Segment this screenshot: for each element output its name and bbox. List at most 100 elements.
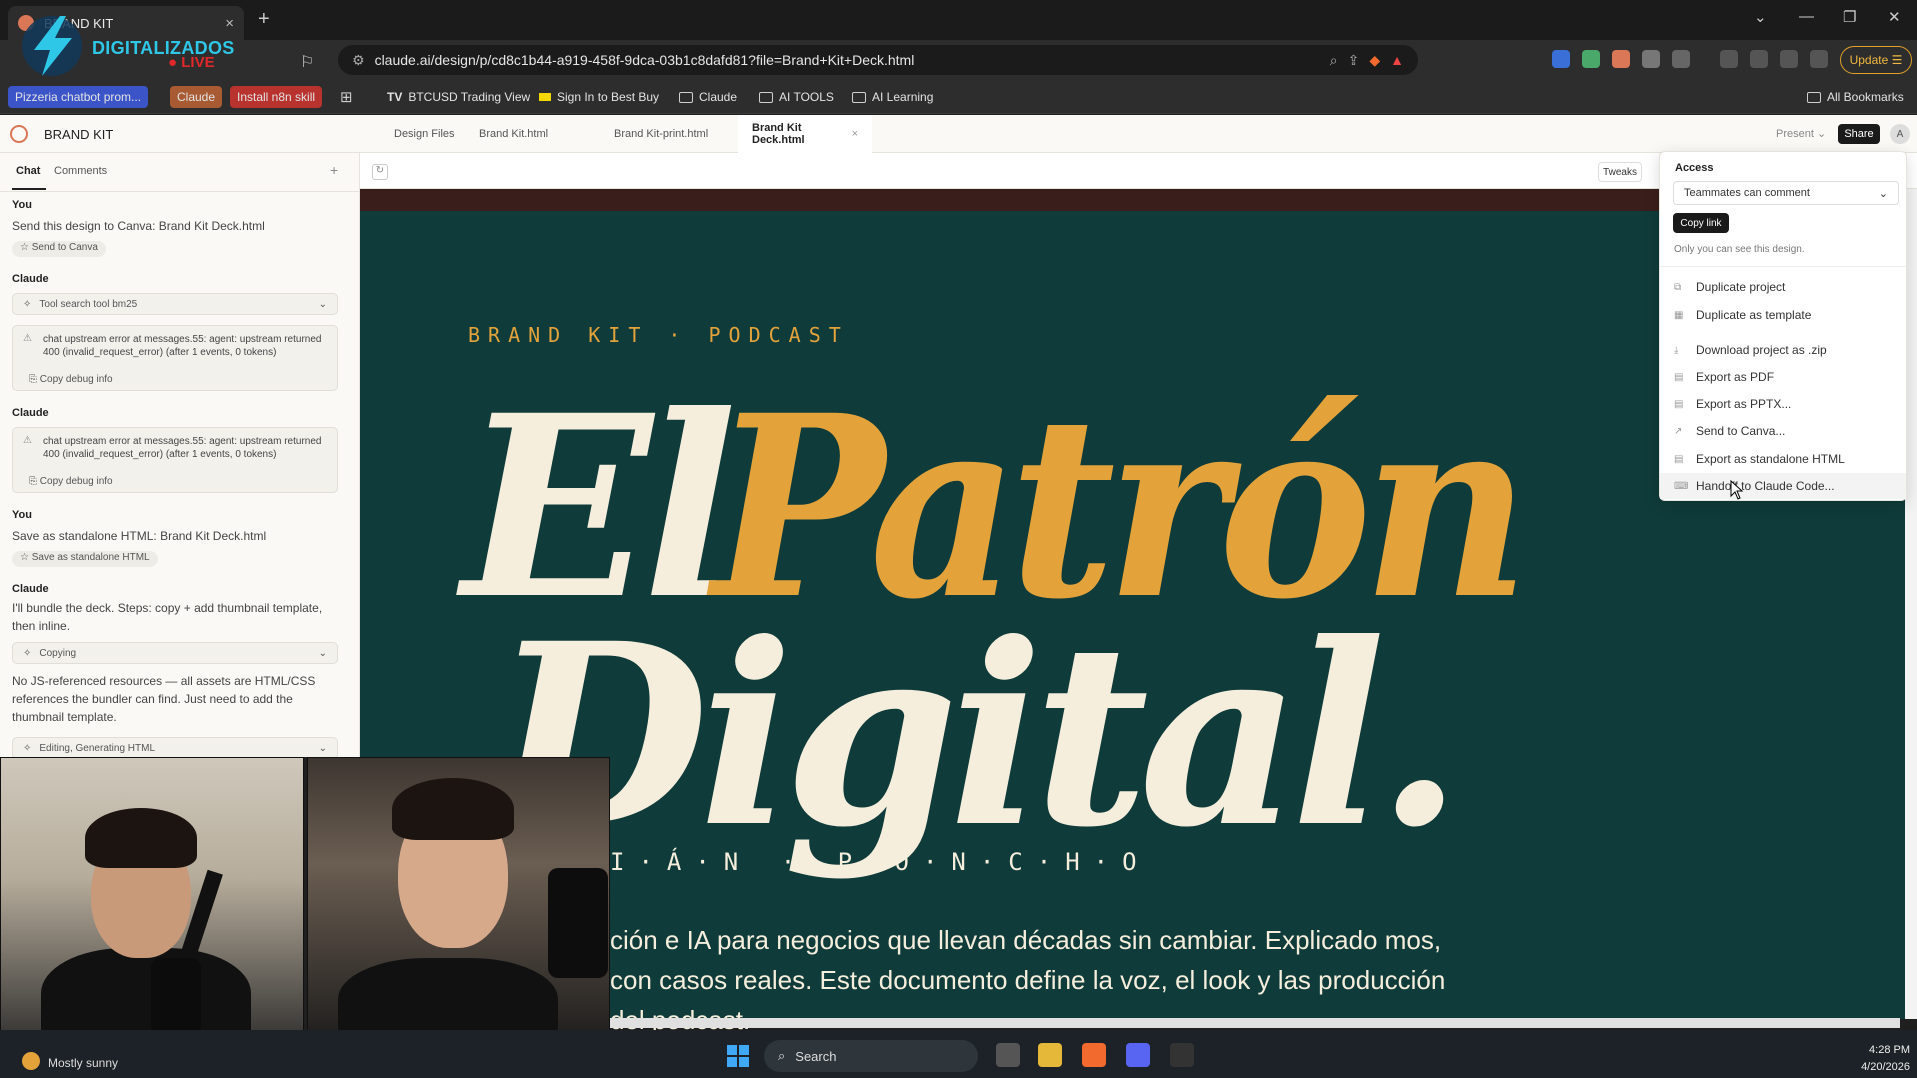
- mouse-cursor-icon: [1730, 480, 1744, 500]
- restore-icon[interactable]: ❐: [1843, 8, 1856, 26]
- tool-call-row[interactable]: ✧ Tool search tool bm25 ⌄: [12, 293, 338, 315]
- update-label: Update: [1849, 53, 1889, 67]
- tab-label: Design Files: [394, 128, 455, 140]
- menu-item-duplicate-project[interactable]: ⧉ Duplicate project: [1660, 274, 1906, 300]
- access-select[interactable]: Teammates can comment ⌄: [1673, 181, 1899, 205]
- bookmark-icon[interactable]: ⚐: [300, 52, 314, 72]
- brave-shield-icon[interactable]: ◆: [1369, 52, 1380, 69]
- project-title[interactable]: BRAND KIT: [44, 127, 113, 142]
- minimize-icon[interactable]: —: [1799, 8, 1814, 25]
- copy-debug-button[interactable]: ⎘ Copy debug info: [29, 476, 113, 487]
- leo-ai-icon[interactable]: [1780, 50, 1798, 68]
- tool-call-label: Editing, Generating HTML: [39, 742, 156, 754]
- copy-link-button[interactable]: Copy link: [1673, 213, 1729, 233]
- bookmark-folder-ai-tools[interactable]: AI TOOLS: [752, 86, 841, 108]
- menu-item-duplicate-template[interactable]: ▦ Duplicate as template: [1660, 302, 1906, 328]
- tab-chat[interactable]: Chat: [16, 165, 40, 177]
- chevron-down-icon: ⌄: [318, 742, 327, 754]
- present-button[interactable]: Present ⌄: [1776, 127, 1826, 140]
- save-html-chip[interactable]: ☆ Save as standalone HTML: [12, 551, 158, 567]
- tool-call-row[interactable]: ✧ Copying ⌄: [12, 642, 338, 664]
- bookmark-pizzeria[interactable]: Pizzeria chatbot prom...: [8, 86, 149, 108]
- tab-search-chevron-icon[interactable]: ⌄: [1754, 8, 1767, 26]
- tab-comments[interactable]: Comments: [54, 165, 107, 177]
- update-button[interactable]: Update ☰: [1840, 46, 1912, 74]
- menu-item-download-zip[interactable]: ⤓ Download project as .zip: [1660, 337, 1906, 363]
- tab-brand-kit-print[interactable]: Brand Kit-print.html: [600, 115, 722, 153]
- zoom-icon[interactable]: ⌕: [1330, 52, 1338, 69]
- chevron-down-icon: ⌄: [318, 298, 327, 310]
- present-label: Present: [1776, 128, 1814, 140]
- template-icon: ▦: [1674, 309, 1684, 321]
- chip-label: Send to Canva: [31, 242, 98, 253]
- menu-item-export-pptx[interactable]: ▤ Export as PPTX...: [1660, 391, 1906, 417]
- close-file-tab-icon[interactable]: ×: [852, 128, 858, 140]
- new-tab-icon[interactable]: +: [258, 8, 270, 31]
- share-page-icon[interactable]: ⇪: [1348, 52, 1360, 69]
- menu-item-label: Export as standalone HTML: [1696, 452, 1845, 466]
- menu-item-export-html[interactable]: ▤ Export as standalone HTML: [1660, 446, 1906, 472]
- bookmark-bestbuy[interactable]: Sign In to Best Buy: [532, 86, 666, 108]
- vpn-icon[interactable]: [1810, 50, 1828, 68]
- assistant-message: I'll bundle the deck. Steps: copy + add …: [12, 601, 323, 633]
- live-label: LIVE: [181, 54, 215, 71]
- weather-widget[interactable]: Mostly sunny: [48, 1056, 118, 1070]
- person-hair: [392, 778, 514, 840]
- extensions-puzzle-icon[interactable]: [1642, 50, 1660, 68]
- bookmark-n8n[interactable]: Install n8n skill: [230, 86, 323, 108]
- new-chat-button[interactable]: +: [330, 162, 338, 178]
- bookmark-folder-ai-learning[interactable]: AI Learning: [845, 86, 940, 108]
- wallet-icon[interactable]: [1750, 50, 1768, 68]
- taskbar-search-label: Search: [795, 1048, 837, 1064]
- claude-extension-icon[interactable]: [1612, 50, 1630, 68]
- horizontal-scrollbar[interactable]: [600, 1018, 1900, 1028]
- slide-title-digital: Digital.: [492, 588, 1463, 882]
- tab-design-files[interactable]: Design Files: [380, 115, 469, 153]
- extension-1-icon[interactable]: [1552, 50, 1570, 68]
- access-value: Teammates can comment: [1684, 187, 1810, 199]
- refresh-icon[interactable]: ↻: [372, 164, 388, 180]
- sidebar-icon[interactable]: [1720, 50, 1738, 68]
- bookmark-folder-claude[interactable]: Claude: [672, 86, 744, 108]
- bookmark-label: AI Learning: [872, 90, 934, 104]
- tweaks-button[interactable]: Tweaks: [1598, 162, 1642, 182]
- all-bookmarks-label: All Bookmarks: [1827, 90, 1904, 104]
- bookmark-label: Claude: [699, 90, 738, 104]
- extension-2-icon[interactable]: [1582, 50, 1600, 68]
- slide-eyebrow: BRAND KIT · PODCAST: [468, 323, 849, 347]
- site-settings-icon[interactable]: ⚙: [352, 52, 365, 69]
- tab-brand-kit-deck[interactable]: Brand Kit Deck.html ×: [738, 115, 872, 153]
- file-explorer-icon[interactable]: [1038, 1043, 1062, 1067]
- taskbar-search[interactable]: ⌕ Search: [764, 1040, 978, 1072]
- menu-item-export-pdf[interactable]: ▤ Export as PDF: [1660, 364, 1906, 390]
- address-bar[interactable]: ⚙ claude.ai/design/p/cd8c1b44-a919-458f-…: [338, 45, 1418, 75]
- sun-weather-icon[interactable]: [22, 1052, 40, 1070]
- url-text[interactable]: claude.ai/design/p/cd8c1b44-a919-458f-9d…: [375, 52, 1320, 68]
- apps-grid-icon[interactable]: ⊞: [340, 88, 353, 106]
- taskbar-clock[interactable]: 4:28 PM 4/20/2026: [1840, 1042, 1910, 1076]
- tool-call-row[interactable]: ✧ Editing, Generating HTML ⌄: [12, 737, 338, 757]
- user-message: Send this design to Canva: Brand Kit Dec…: [12, 219, 265, 233]
- folder-icon: [1807, 91, 1821, 103]
- bookmark-claude[interactable]: Claude: [170, 86, 223, 108]
- speaker-claude: Claude: [12, 583, 49, 595]
- code-icon: ⌨: [1674, 480, 1689, 492]
- close-window-icon[interactable]: ✕: [1888, 8, 1901, 26]
- share-button[interactable]: Share: [1838, 124, 1880, 144]
- audio-app-icon[interactable]: [1170, 1043, 1194, 1067]
- menu-item-send-canva[interactable]: ↗ Send to Canva...: [1660, 418, 1906, 444]
- all-bookmarks[interactable]: All Bookmarks: [1800, 86, 1911, 108]
- discord-icon[interactable]: [1126, 1043, 1150, 1067]
- send-to-canva-chip[interactable]: ☆ Send to Canva: [12, 241, 106, 257]
- screenshot-icon[interactable]: [1672, 50, 1690, 68]
- task-view-icon[interactable]: [996, 1043, 1020, 1067]
- brave-browser-icon[interactable]: [1082, 1043, 1106, 1067]
- tab-brand-kit[interactable]: Brand Kit.html: [465, 115, 562, 153]
- person-hair: [85, 808, 197, 868]
- avatar[interactable]: A: [1890, 124, 1910, 144]
- menu-item-handoff-claude-code[interactable]: ⌨ Handoff to Claude Code...: [1660, 473, 1906, 499]
- windows-start-icon[interactable]: [727, 1045, 749, 1067]
- brave-rewards-icon[interactable]: ▲: [1390, 52, 1404, 68]
- bookmark-tradingview[interactable]: TV BTCUSD Trading View: [380, 86, 537, 108]
- copy-debug-button[interactable]: ⎘ Copy debug info: [29, 374, 113, 385]
